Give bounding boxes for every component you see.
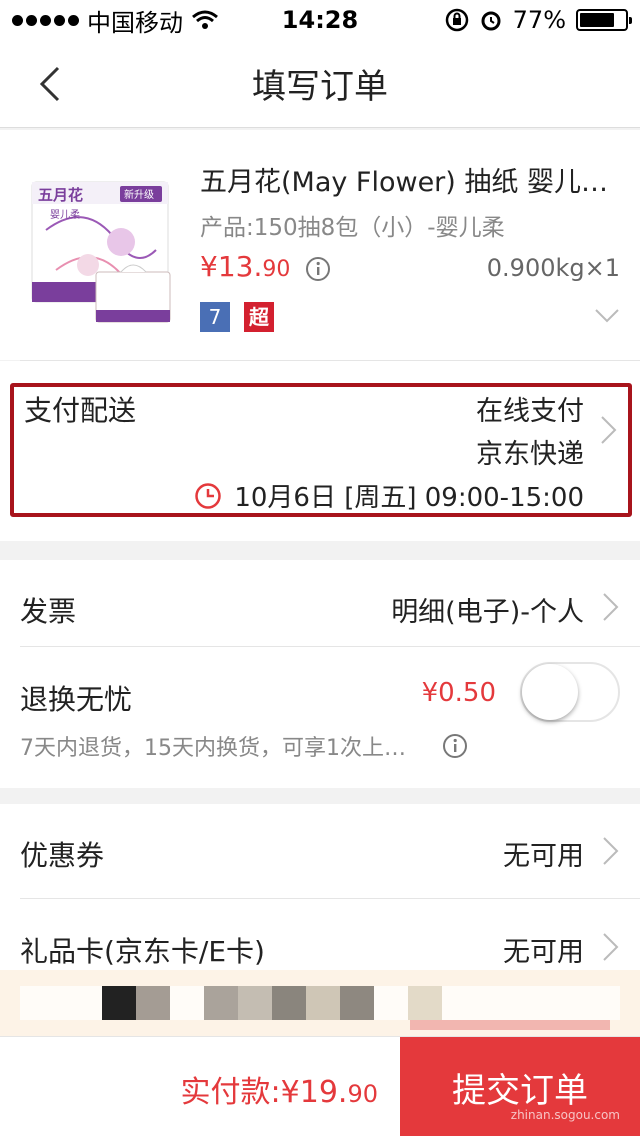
invoice-section: 发票 明细(电子)-个人 退换无忧 ¥0.50 7天内退货，15天内换货，可享1… [0,560,640,788]
delivery-time-text: 10月6日 [周五] 09:00-15:00 [234,483,584,513]
image-sub-text: 婴儿柔 [50,209,80,221]
invoice-row[interactable]: 发票 明细(电子)-个人 [0,560,640,656]
seven-day-return-badge: 7 [200,302,230,332]
giftcard-value: 无可用 [503,937,584,968]
invoice-label: 发票 [20,595,77,628]
return-service-desc: 7天内退货，15天内换货，可享1次上门取件服务 [20,736,410,761]
total-amount: 实付款:¥19.90 [181,1067,378,1111]
return-service-label: 退换无忧 [20,683,133,716]
chevron-down-icon[interactable] [594,308,620,324]
status-bar: 中国移动 14:28 77% [0,0,640,40]
chevron-right-icon [603,593,619,621]
status-left: 中国移动 [12,3,219,38]
wifi-icon [192,10,218,29]
chevron-right-icon [601,416,617,444]
product-spec: 产品:150抽8包（小）-婴儿柔 [200,215,505,241]
blur-block [136,986,170,1020]
giftcard-label: 礼品卡(京东卡/E卡) [20,935,265,968]
carrier-label: 中国移动 [87,8,183,37]
coupon-section: 优惠券 无可用 礼品卡(京东卡/E卡) 无可用 [0,804,640,974]
toggle-knob [522,664,578,720]
image-badge-text: 新升级 [124,188,154,201]
coupon-label: 优惠券 [20,839,105,872]
payment-delivery-section: 支付配送 在线支付 京东快递 10月6日 [周五] 09:00-15:00 [0,361,640,541]
payment-label: 支付配送 [24,394,137,427]
return-service-toggle[interactable] [520,662,620,722]
product-price: ¥13.90 [200,250,290,283]
clock-icon [195,482,222,509]
price-main: ¥13. [200,250,263,283]
return-service-price: ¥0.50 [421,678,496,708]
watermark: zhinan.sogou.com [510,1108,620,1122]
divider [20,646,640,647]
battery-icon [576,9,632,31]
total-main: ¥19. [280,1075,348,1110]
blur-block [238,986,272,1020]
product-card[interactable]: 五月花 婴儿柔 新升级 五月花(May Flower) 抽纸 婴儿柔抽纸150抽… [0,130,640,360]
chevron-right-icon [603,933,619,961]
image-brand-text: 五月花 [38,186,83,204]
blur-block [272,986,306,1020]
signal-icon [12,14,79,26]
bottom-bar: 实付款:¥19.90 提交订单 zhinan.sogou.com [0,1036,640,1136]
shipping-method: 京东快递 [476,439,584,470]
coupon-row[interactable]: 优惠券 无可用 [0,804,640,900]
product-name: 五月花(May Flower) 抽纸 婴儿柔抽纸150抽8包 [200,167,620,198]
blur-block [102,986,136,1020]
product-image: 五月花 婴儿柔 新升级 [31,181,171,323]
total-decimal: 90 [347,1080,378,1108]
rotation-lock-icon [445,8,468,32]
back-arrow-icon[interactable] [30,62,74,106]
return-info-icon[interactable] [442,733,468,759]
blur-block [204,986,238,1020]
battery-percent: 77% [512,6,566,34]
blur-block [340,986,374,1020]
payment-delivery-row[interactable]: 支付配送 在线支付 京东快递 10月6日 [周五] 09:00-15:00 [10,383,632,517]
payment-method: 在线支付 [476,396,584,427]
blur-block [410,1020,610,1030]
chevron-right-icon [603,837,619,865]
alarm-icon [481,11,501,31]
price-info-icon[interactable] [305,256,331,282]
total-label: 实付款: [180,1075,281,1110]
invoice-value: 明细(电子)-个人 [391,597,584,628]
coupon-value: 无可用 [503,841,584,872]
supermarket-badge: 超 [244,302,274,332]
nav-bar: 填写订单 [0,40,640,128]
blur-block [408,986,442,1020]
price-decimal: 90 [262,257,291,282]
page-title: 填写订单 [252,67,388,107]
divider [20,898,640,899]
blur-block [306,986,340,1020]
status-right: 77% [445,6,632,34]
product-weight: 0.900kg×1 [486,254,620,282]
delivery-time: 10月6日 [周五] 09:00-15:00 [194,477,584,514]
battery-fill [580,13,614,27]
blurred-banner [0,970,640,1036]
